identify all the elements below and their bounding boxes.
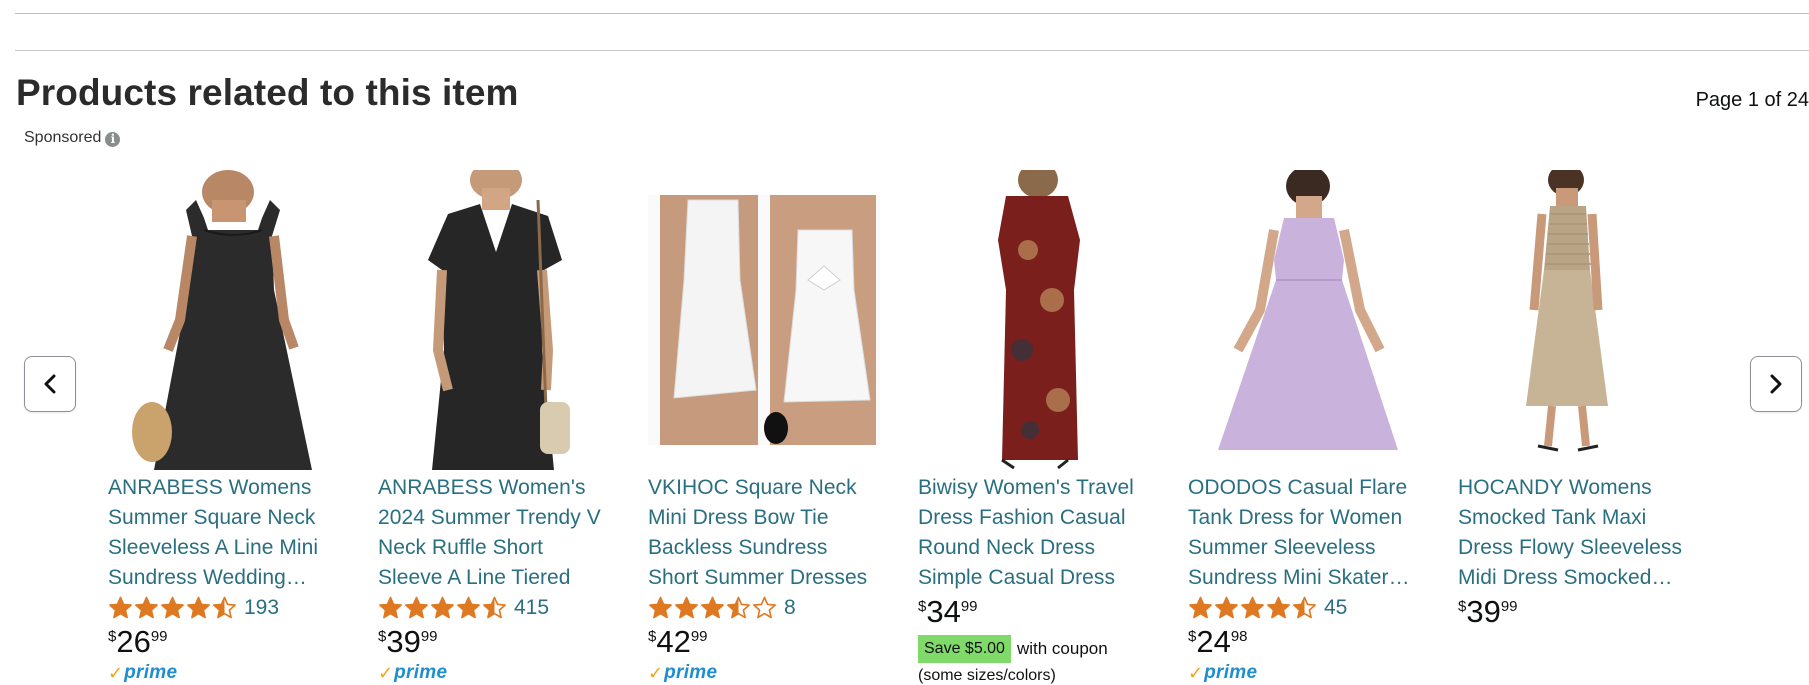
- product-image-link[interactable]: [108, 170, 340, 470]
- product-title-link[interactable]: VKIHOC Square Neck Mini Dress Bow Tie Ba…: [648, 473, 880, 593]
- star-rating[interactable]: [1188, 596, 1317, 620]
- star-rating[interactable]: [108, 596, 237, 620]
- star-full-icon: [431, 596, 454, 619]
- star-full-icon: [1189, 596, 1212, 619]
- prime-badge: ✓ prime: [648, 662, 880, 684]
- rating-row: 8: [648, 593, 880, 623]
- price-fraction: 99: [420, 628, 438, 645]
- star-full-icon: [701, 596, 724, 619]
- star-full-icon: [675, 596, 698, 619]
- product-image-white-bow-dress: [648, 170, 880, 470]
- star-full-icon: [649, 596, 672, 619]
- product-image-link[interactable]: [918, 170, 1150, 470]
- product-image-black-square-neck-dress: [108, 170, 340, 470]
- price: $ 26 99: [108, 625, 340, 661]
- price-fraction: 99: [1500, 598, 1518, 615]
- product-image-lilac-tank-dress: [1188, 170, 1420, 470]
- product-image-link[interactable]: [1458, 170, 1690, 470]
- star-full-icon: [379, 596, 402, 619]
- product-title-link[interactable]: ANRABESS Women's 2024 Summer Trendy V Ne…: [378, 473, 610, 593]
- price-whole: 34: [926, 594, 961, 629]
- star-half-icon: [1293, 596, 1316, 619]
- price-symbol: $: [1458, 598, 1467, 615]
- product-image-black-v-neck-dress: [378, 170, 610, 470]
- price-fraction: 99: [690, 628, 708, 645]
- product-title-link[interactable]: ANRABESS Womens Summer Square Neck Sleev…: [108, 473, 340, 593]
- product-title-link[interactable]: HOCANDY Womens Smocked Tank Maxi Dress F…: [1458, 473, 1690, 593]
- rating-row: 193: [108, 593, 340, 623]
- price-fraction: 98: [1230, 628, 1248, 645]
- price-whole: 39: [386, 624, 421, 659]
- coupon-suffix: with coupon: [1016, 639, 1108, 658]
- star-full-icon: [1267, 596, 1290, 619]
- coupon-note: (some sizes/colors): [918, 667, 1056, 684]
- star-full-icon: [161, 596, 184, 619]
- product-card: ANRABESS Womens Summer Square Neck Sleev…: [108, 170, 340, 684]
- product-card: HOCANDY Womens Smocked Tank Maxi Dress F…: [1458, 170, 1690, 631]
- price: $ 34 99: [918, 595, 1150, 631]
- product-card: VKIHOC Square Neck Mini Dress Bow Tie Ba…: [648, 170, 880, 684]
- rating-count-link[interactable]: 8: [784, 596, 796, 620]
- product-card: Biwisy Women's Travel Dress Fashion Casu…: [918, 170, 1150, 685]
- product-title-link[interactable]: ODODOS Casual Flare Tank Dress for Women…: [1188, 473, 1420, 593]
- price-whole: 26: [116, 624, 151, 659]
- coupon-badge[interactable]: Save $5.00: [918, 635, 1011, 663]
- star-rating[interactable]: [378, 596, 507, 620]
- prime-badge: ✓ prime: [108, 662, 340, 684]
- star-full-icon: [405, 596, 428, 619]
- rating-row: 45: [1188, 593, 1420, 623]
- price-whole: 42: [656, 624, 691, 659]
- star-half-icon: [727, 596, 750, 619]
- star-empty-icon: [753, 596, 776, 619]
- price-symbol: $: [918, 598, 927, 615]
- star-full-icon: [1215, 596, 1238, 619]
- product-image-link[interactable]: [1188, 170, 1420, 470]
- product-card: ANRABESS Women's 2024 Summer Trendy V Ne…: [378, 170, 610, 684]
- product-image-paisley-maxi-dress: [918, 170, 1150, 470]
- price: $ 39 99: [378, 625, 610, 661]
- price-whole: 24: [1196, 624, 1231, 659]
- star-full-icon: [457, 596, 480, 619]
- star-full-icon: [135, 596, 158, 619]
- star-full-icon: [187, 596, 210, 619]
- price-fraction: 99: [150, 628, 168, 645]
- rating-count-link[interactable]: 415: [514, 596, 549, 620]
- star-half-icon: [213, 596, 236, 619]
- rating-row: 415: [378, 593, 610, 623]
- star-full-icon: [109, 596, 132, 619]
- price-whole: 39: [1466, 594, 1501, 629]
- rating-count-link[interactable]: 45: [1324, 596, 1347, 620]
- rating-count-link[interactable]: 193: [244, 596, 279, 620]
- product-image-khaki-smocked-maxi-dress: [1458, 170, 1690, 470]
- product-card: ODODOS Casual Flare Tank Dress for Women…: [1188, 170, 1420, 684]
- star-half-icon: [483, 596, 506, 619]
- star-rating[interactable]: [648, 596, 777, 620]
- product-image-link[interactable]: [648, 170, 880, 470]
- price: $ 42 99: [648, 625, 880, 661]
- star-full-icon: [1241, 596, 1264, 619]
- prime-badge: ✓ prime: [378, 662, 610, 684]
- price-symbol: $: [378, 628, 387, 645]
- price-symbol: $: [1188, 628, 1197, 645]
- price: $ 39 99: [1458, 595, 1690, 631]
- price: $ 24 98: [1188, 625, 1420, 661]
- price-fraction: 99: [960, 598, 978, 615]
- prime-badge: ✓ prime: [1188, 662, 1420, 684]
- product-carousel: ANRABESS Womens Summer Square Neck Sleev…: [0, 0, 1809, 684]
- price-symbol: $: [648, 628, 657, 645]
- coupon-row: Save $5.00 with coupon: [918, 635, 1150, 663]
- price-symbol: $: [108, 628, 117, 645]
- product-image-link[interactable]: [378, 170, 610, 470]
- product-title-link[interactable]: Biwisy Women's Travel Dress Fashion Casu…: [918, 473, 1150, 593]
